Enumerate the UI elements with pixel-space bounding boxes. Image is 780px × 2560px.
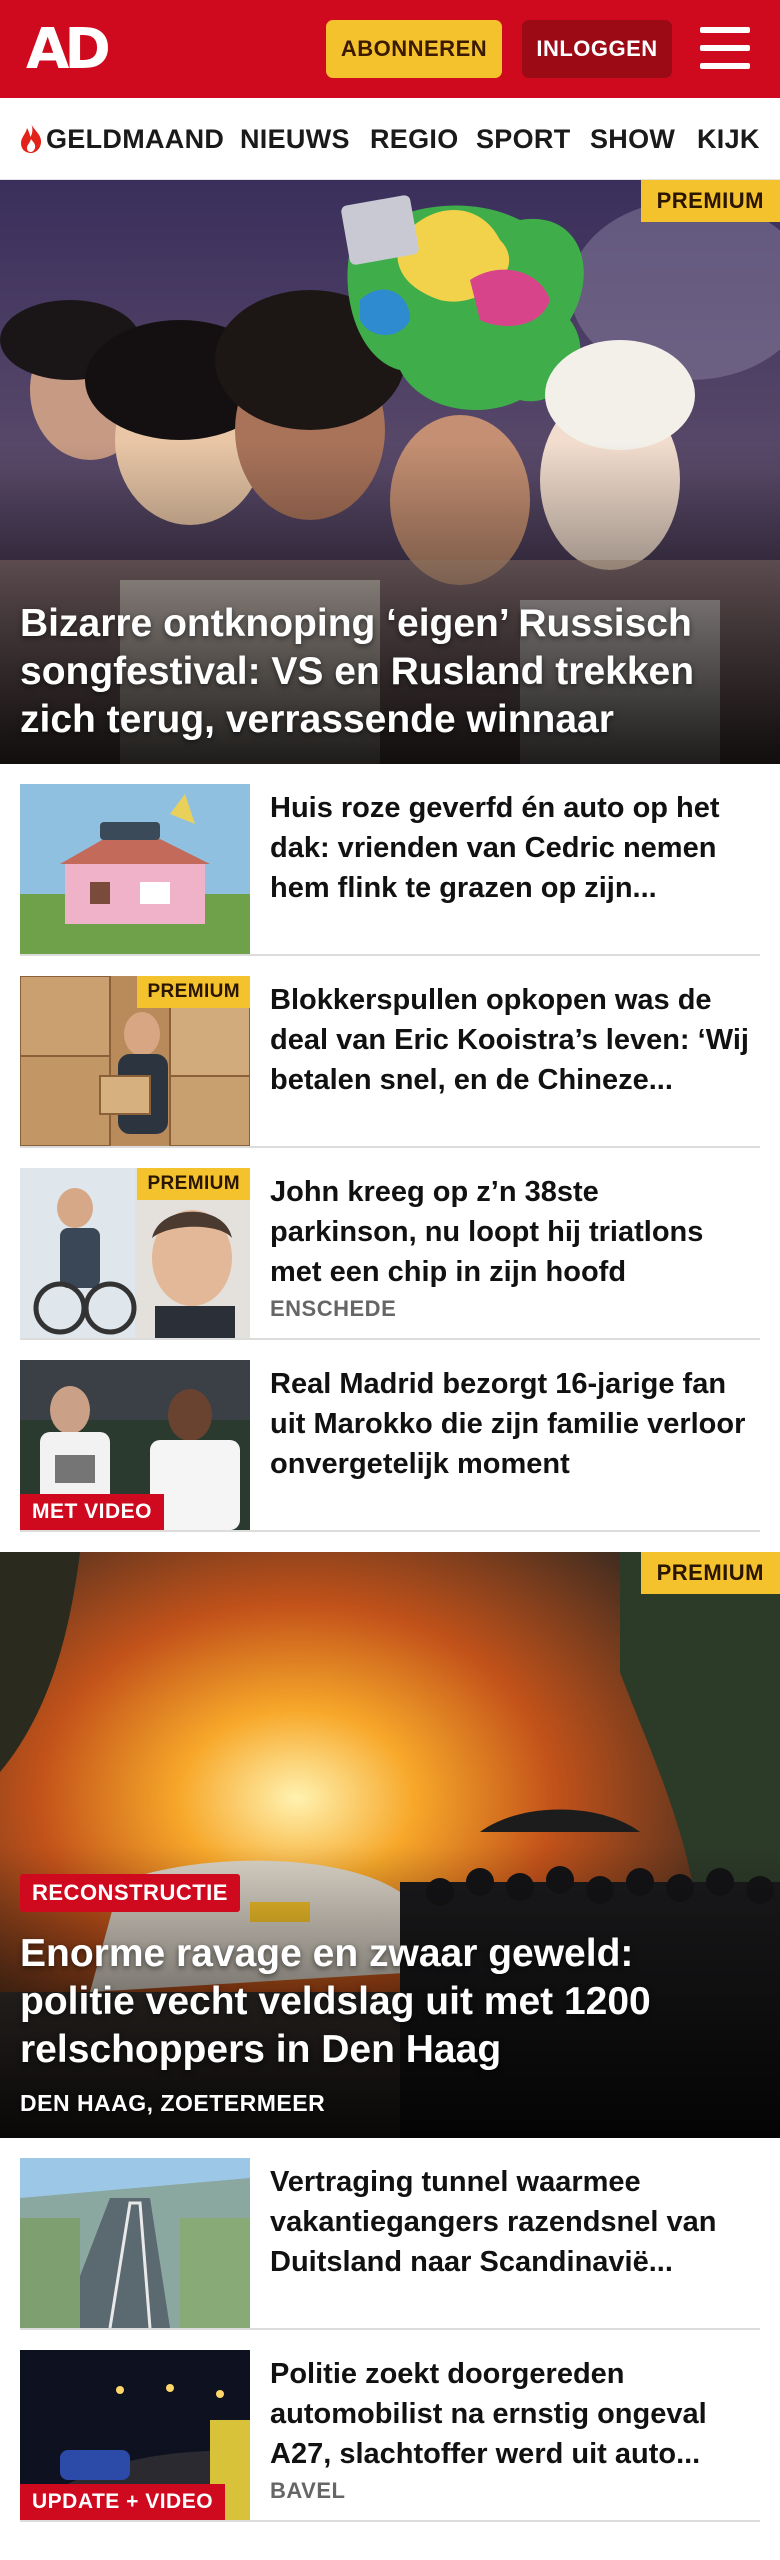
hero-article-den-haag[interactable]: PREMIUM RECONSTRUCTIE Enorme ravage en z… [0, 1552, 780, 2138]
article-location: ENSCHEDE [270, 1296, 397, 1321]
nav-item-geldmaand[interactable]: GELDMAAND [18, 98, 225, 179]
reconstructie-label: RECONSTRUCTIE [20, 1874, 240, 1912]
article-location: BAVEL [270, 2478, 346, 2503]
premium-badge: PREMIUM [640, 1552, 780, 1594]
article-item[interactable]: PREMIUM Blokkerspullen opkopen was de de… [20, 956, 760, 1148]
subscribe-button[interactable]: ABONNEREN [326, 20, 502, 78]
article-title[interactable]: Politie zoekt doorgereden automobilist n… [270, 2354, 750, 2474]
article-title[interactable]: Blokkerspullen opkopen was de deal van E… [270, 980, 750, 1100]
premium-badge: PREMIUM [137, 976, 250, 1008]
article-item[interactable]: UPDATE + VIDEO Politie zoekt doorgereden… [20, 2330, 760, 2522]
top-bar: AD ABONNEREN INLOGGEN [0, 0, 780, 98]
article-thumbnail [20, 784, 250, 954]
article-item[interactable]: Vertraging tunnel waarmee vakantieganger… [20, 2138, 760, 2330]
nav-item-regio[interactable]: REGIO [370, 98, 459, 179]
article-item[interactable]: MET VIDEO Real Madrid bezorgt 16-jarige … [20, 1340, 760, 1532]
article-title[interactable]: Real Madrid bezorgt 16-jarige fan uit Ma… [270, 1364, 750, 1484]
nav-item-nieuws[interactable]: NIEUWS [240, 98, 350, 179]
nav-item-kijk[interactable]: KIJK [697, 98, 760, 179]
premium-badge: PREMIUM [640, 180, 780, 222]
logo[interactable]: AD [26, 22, 116, 78]
premium-badge: PREMIUM [137, 1168, 250, 1200]
hero-location: DEN HAAG, ZOETERMEER [20, 2090, 326, 2116]
article-thumbnail: MET VIDEO [20, 1360, 250, 1530]
video-label: MET VIDEO [20, 1494, 165, 1530]
article-thumbnail [20, 2158, 250, 2328]
article-item[interactable]: Huis roze geverfd én auto op het dak: vr… [20, 764, 760, 956]
nav-item-sport[interactable]: SPORT [476, 98, 571, 179]
hero-article-songfestival[interactable]: PREMIUM Bizarre ontknoping ‘eigen’ Russi… [0, 180, 780, 764]
article-title[interactable]: Vertraging tunnel waarmee vakantieganger… [270, 2162, 750, 2282]
article-thumbnail: PREMIUM [20, 1168, 250, 1338]
hero-title[interactable]: Bizarre ontknoping ‘eigen’ Russisch song… [20, 600, 740, 744]
hero-title[interactable]: Enorme ravage en zwaar geweld: politie v… [20, 1930, 740, 2074]
login-button[interactable]: INLOGGEN [522, 20, 672, 78]
article-title[interactable]: Huis roze geverfd én auto op het dak: vr… [270, 788, 750, 908]
article-item[interactable]: PREMIUM John kreeg op z’n 38ste parkinso… [20, 1148, 760, 1340]
flame-icon [21, 122, 42, 153]
section-nav: GELDMAAND NIEUWS REGIO SPORT SHOW KIJK [0, 98, 780, 180]
nav-item-label: GELDMAAND [46, 124, 225, 154]
hamburger-menu-icon[interactable] [700, 27, 752, 71]
article-thumbnail: PREMIUM [20, 976, 250, 1146]
update-video-label: UPDATE + VIDEO [20, 2484, 226, 2520]
article-title[interactable]: John kreeg op z’n 38ste parkinson, nu lo… [270, 1172, 750, 1292]
article-thumbnail: UPDATE + VIDEO [20, 2350, 250, 2520]
nav-item-show[interactable]: SHOW [590, 98, 675, 179]
